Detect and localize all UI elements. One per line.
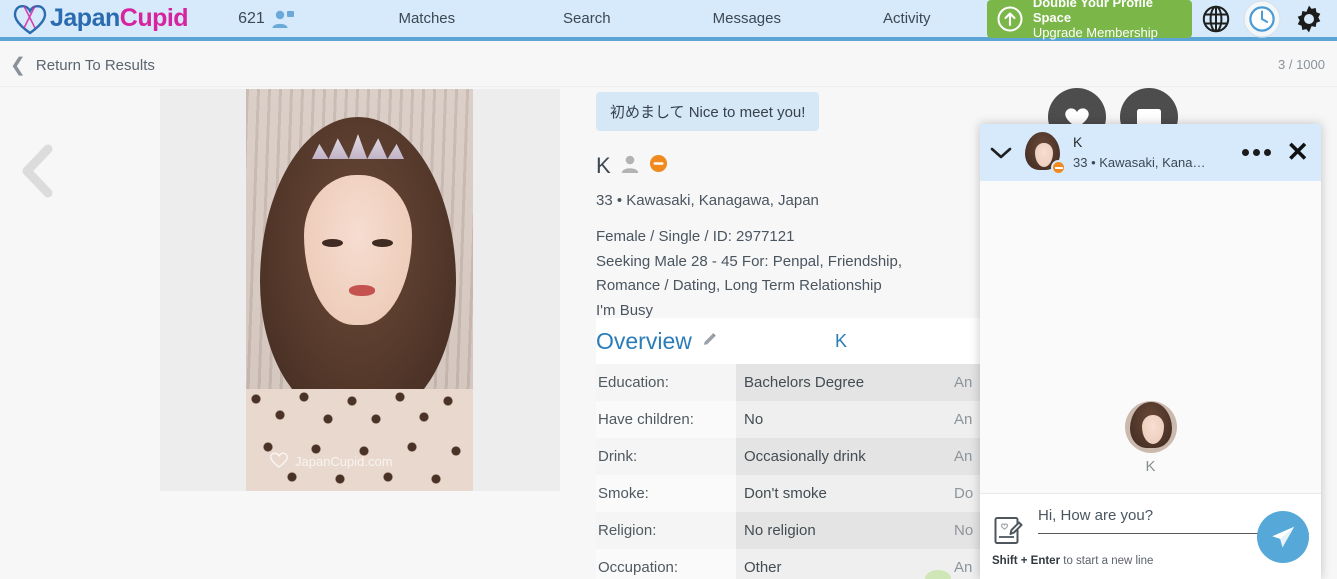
row-value-1: No religion xyxy=(736,512,946,549)
profile-name-row: K xyxy=(596,153,1016,179)
overview-column-header-1: K xyxy=(834,330,847,351)
row-label: Religion: xyxy=(596,512,736,549)
nav-activity[interactable]: Activity xyxy=(827,10,987,27)
compose-note-icon[interactable] xyxy=(992,514,1026,548)
chevron-left-large-icon xyxy=(22,144,53,198)
profile-location: 33 • Kawasaki, Kanagawa, Japan xyxy=(596,192,819,209)
chat-participant-name: K xyxy=(1073,133,1083,150)
profile-greeting-bubble: 初めまして Nice to meet you! xyxy=(596,92,820,131)
ellipsis-icon[interactable] xyxy=(1242,149,1272,156)
row-value-1: Occasionally drink xyxy=(736,438,946,475)
profile-meta-line-three: Romance / Dating, Long Term Relationship xyxy=(596,277,882,295)
chat-participant-info: K 33 • Kawasaki, Kana… xyxy=(1073,133,1233,173)
row-label: Smoke: xyxy=(596,475,736,512)
row-value-1: No xyxy=(736,401,946,438)
busy-badge-icon xyxy=(1051,160,1066,175)
return-bar: ❮ Return To Results 3 / 1000 xyxy=(0,45,1337,87)
return-to-results-label: Return To Results xyxy=(35,57,155,74)
pencil-icon[interactable] xyxy=(702,331,718,352)
row-label: Drink: xyxy=(596,438,736,475)
row-label: Have children: xyxy=(596,401,736,438)
row-value-1: Bachelors Degree xyxy=(736,364,946,401)
heart-logo-icon xyxy=(10,2,50,36)
nav-messages[interactable]: Messages xyxy=(667,10,827,27)
photo-eye-left xyxy=(322,239,343,247)
brand-part-one: Japan xyxy=(50,4,120,32)
previous-profile-button[interactable] xyxy=(18,143,58,199)
photo-lips xyxy=(349,285,375,296)
chevron-left-icon: ❮ xyxy=(10,55,26,76)
chat-avatar-wrapper[interactable] xyxy=(1021,131,1066,175)
return-to-results-link[interactable]: ❮ Return To Results xyxy=(10,56,155,75)
photo-eye-right xyxy=(372,239,393,247)
online-count-value: 621 xyxy=(238,9,265,27)
profile-details: 初めまして Nice to meet you! K 33 • Kawasaki,… xyxy=(596,92,1016,323)
chat-body-name: K xyxy=(1145,458,1156,475)
chat-hint: Shift + Enter to start a new line xyxy=(992,555,1309,567)
upgrade-membership-button[interactable]: Double Your Profile Space Upgrade Member… xyxy=(986,0,1192,41)
row-value-1: Other xyxy=(736,549,946,579)
person-silhouette-icon xyxy=(620,154,640,179)
avatar-face xyxy=(1141,415,1164,444)
online-members-counter[interactable]: 621 xyxy=(238,9,295,29)
close-icon[interactable]: ✕ xyxy=(1286,139,1309,166)
chat-widget: K 33 • Kawasaki, Kana… ✕ K Hi, How are y… xyxy=(980,124,1321,579)
chevron-down-icon[interactable] xyxy=(990,146,1012,160)
page-root: JapanCupid 621 Matches Search Messages A… xyxy=(0,0,1337,579)
nav-search[interactable]: Search xyxy=(507,10,667,27)
clock-icon[interactable] xyxy=(1243,0,1281,38)
brand-text: JapanCupid xyxy=(50,4,189,33)
overview-title: Overview xyxy=(596,327,692,354)
globe-icon[interactable] xyxy=(1202,5,1230,33)
chat-participant-subtitle: 33 • Kawasaki, Kana… xyxy=(1073,154,1206,170)
chat-composer: Shift + Enter to start a new line xyxy=(980,493,1321,579)
row-label: Occupation: xyxy=(596,549,736,579)
chat-header: K 33 • Kawasaki, Kana… ✕ xyxy=(980,124,1321,181)
row-value-1: Don't smoke xyxy=(736,475,946,512)
busy-badge-icon xyxy=(649,154,668,178)
row-label: Education: xyxy=(596,364,736,401)
brand-part-two: Cupid xyxy=(119,4,189,32)
profile-meta-line-two: Seeking Male 28 - 45 For: Penpal, Friend… xyxy=(596,252,902,270)
profile-meta-line-one: Female / Single / ID: 2977121 xyxy=(596,228,795,245)
chat-hint-bold: Shift + Enter xyxy=(992,555,1061,567)
upgrade-text: Double Your Profile Space Upgrade Member… xyxy=(1033,0,1178,41)
upgrade-line-two: Upgrade Membership xyxy=(1032,24,1158,40)
overview-title-cell: Overview xyxy=(596,328,736,355)
photo-dress xyxy=(246,389,473,491)
brand-logo-link[interactable]: JapanCupid xyxy=(10,2,202,36)
send-message-button[interactable] xyxy=(1257,511,1309,563)
people-icon xyxy=(271,9,295,29)
top-navigation-bar: JapanCupid 621 Matches Search Messages A… xyxy=(0,0,1337,41)
chat-body-avatar[interactable] xyxy=(1124,401,1177,453)
chat-hint-rest: to start a new line xyxy=(1060,555,1154,567)
profile-page-counter: 3 / 1000 xyxy=(1278,57,1325,72)
gear-icon[interactable] xyxy=(1294,4,1324,34)
upgrade-line-one: Double Your Profile Space xyxy=(1032,0,1153,26)
up-arrow-circle-icon xyxy=(997,6,1023,32)
primary-nav-links: Matches Search Messages Activity xyxy=(347,10,987,27)
profile-photo-panel[interactable]: JapanCupid.com xyxy=(160,89,560,491)
paper-plane-icon xyxy=(1272,526,1295,548)
profile-name: K xyxy=(596,153,611,178)
nav-matches[interactable]: Matches xyxy=(347,10,507,27)
chat-message-area: K xyxy=(980,181,1321,493)
profile-meta: Female / Single / ID: 2977121 Seeking Ma… xyxy=(596,225,1016,323)
profile-photo[interactable]: JapanCupid.com xyxy=(246,89,473,491)
